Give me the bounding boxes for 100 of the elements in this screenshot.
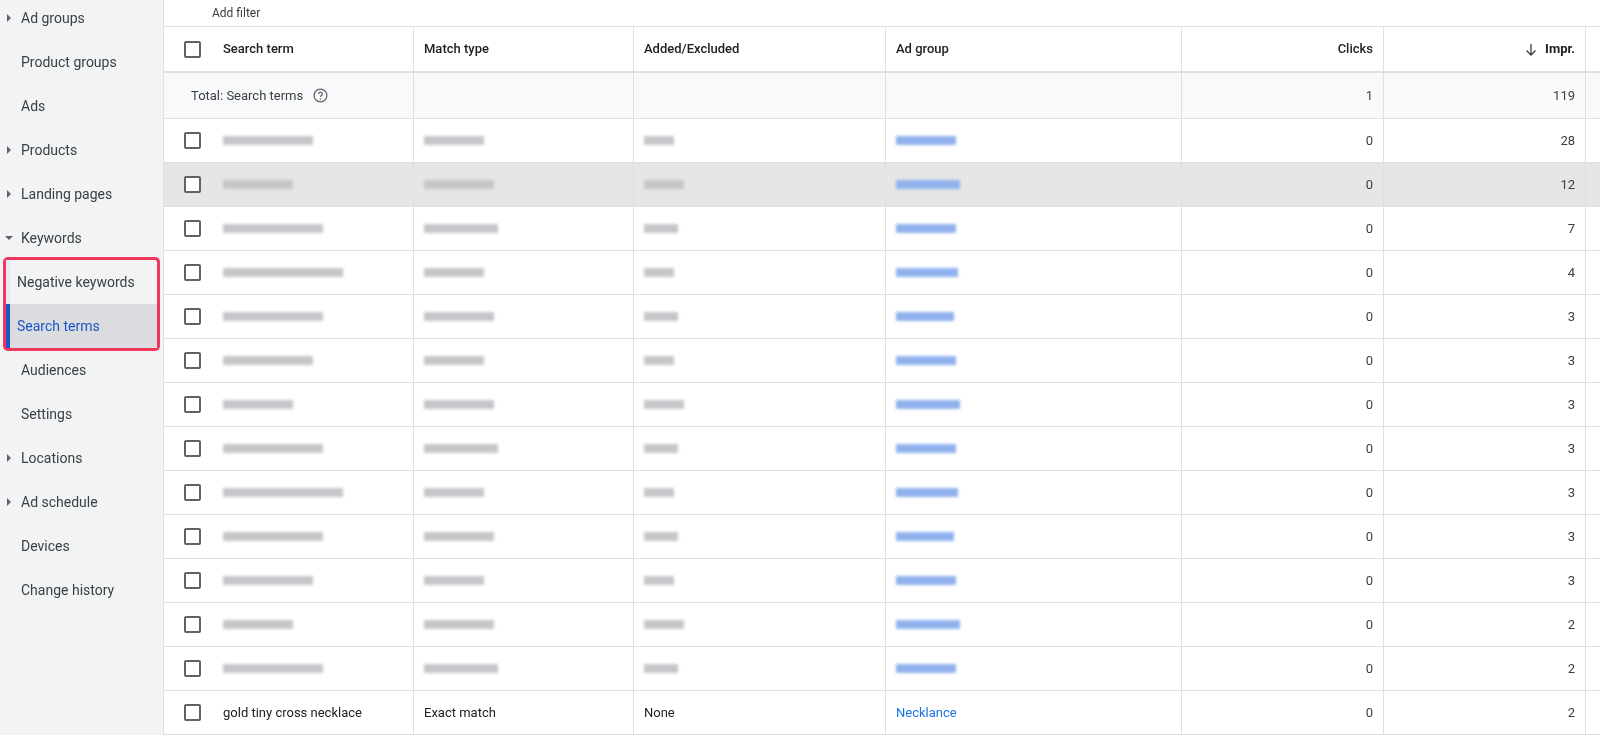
table-cell-text: 3 — [1567, 483, 1575, 502]
table-cell-text: 2 — [1567, 615, 1575, 634]
checkbox[interactable] — [184, 616, 201, 633]
blurred-text — [424, 620, 494, 629]
table-cell-text: 0 — [1365, 175, 1373, 194]
table-cell-text: 3 — [1567, 527, 1575, 546]
caret-right-icon[interactable] — [6, 146, 12, 154]
table-cell-text: None — [644, 703, 675, 722]
blurred-text — [424, 400, 494, 409]
nav-item[interactable]: Products — [0, 128, 163, 172]
checkbox[interactable] — [184, 176, 201, 193]
caret-down-icon[interactable] — [5, 235, 13, 241]
help-icon[interactable] — [313, 88, 329, 103]
checkbox[interactable] — [184, 528, 201, 545]
blurred-text — [896, 356, 956, 365]
blurred-text — [896, 620, 960, 629]
arrow-down-icon — [1525, 42, 1538, 56]
blurred-text — [644, 312, 678, 321]
table-cell-text: 0 — [1365, 483, 1373, 502]
table-cell-text: 7 — [1567, 219, 1575, 238]
blurred-text — [644, 488, 674, 497]
checkbox[interactable] — [184, 484, 201, 501]
nav-item[interactable]: Landing pages — [0, 172, 163, 216]
table-cell-text: 0 — [1365, 703, 1373, 722]
table-row[interactable]: 0 7 — [163, 207, 1600, 251]
blurred-text — [223, 400, 293, 409]
checkbox[interactable] — [184, 352, 201, 369]
column-header[interactable]: Impr. — [1384, 27, 1586, 71]
nav-item[interactable]: Devices — [0, 524, 163, 568]
nav-item[interactable]: Ads — [0, 84, 163, 128]
table-row[interactable]: 0 2 — [163, 647, 1600, 691]
table-row[interactable]: 0 3 — [163, 515, 1600, 559]
checkbox[interactable] — [184, 132, 201, 149]
table-cell-text: 3 — [1567, 395, 1575, 414]
table-row[interactable]: 0 3 — [163, 471, 1600, 515]
total-label: Total: Search terms — [191, 86, 304, 105]
table-cell-text: 3 — [1567, 307, 1575, 326]
column-header[interactable]: Match type — [414, 27, 634, 71]
table-cell-text: 0 — [1365, 439, 1373, 458]
checkbox[interactable] — [184, 308, 201, 325]
blurred-text — [896, 180, 960, 189]
table-row[interactable]: gold tiny cross necklace Exact match None Necklance 0 2 — [163, 691, 1600, 735]
nav-item[interactable]: Keywords — [0, 216, 163, 260]
blurred-text — [644, 136, 674, 145]
column-header[interactable]: Added/Excluded — [634, 27, 886, 71]
nav-item[interactable]: Ad schedule — [0, 480, 163, 524]
column-header[interactable]: Clicks — [1182, 27, 1384, 71]
table-cell-text: 12 — [1560, 175, 1575, 194]
ad-group-link[interactable]: Necklance — [896, 702, 957, 723]
caret-right-icon[interactable] — [6, 498, 12, 506]
blurred-text — [644, 356, 674, 365]
table-cell-text: 0 — [1365, 659, 1373, 678]
blurred-text — [424, 312, 494, 321]
table-cell-text: 0 — [1365, 571, 1373, 590]
table-cell-text: 2 — [1567, 703, 1575, 722]
table-row[interactable]: 0 2 — [163, 603, 1600, 647]
table-row[interactable]: 0 4 — [163, 251, 1600, 295]
table-cell-text: 0 — [1365, 263, 1373, 282]
checkbox[interactable] — [184, 264, 201, 281]
blurred-text — [644, 576, 674, 585]
blurred-text — [896, 400, 960, 409]
checkbox[interactable] — [184, 220, 201, 237]
blurred-text — [896, 312, 954, 321]
checkbox[interactable] — [184, 704, 201, 721]
checkbox[interactable] — [184, 660, 201, 677]
table-cell-text: 0 — [1365, 307, 1373, 326]
column-header[interactable]: Search term — [164, 27, 414, 71]
blurred-text — [223, 620, 293, 629]
blurred-text — [644, 664, 678, 673]
table-cell-text: 28 — [1560, 131, 1575, 150]
column-header[interactable]: Ad group — [886, 27, 1182, 71]
checkbox[interactable] — [184, 40, 201, 58]
table-row[interactable]: 0 3 — [163, 383, 1600, 427]
caret-right-icon[interactable] — [6, 454, 12, 462]
nav-item[interactable]: Product groups — [0, 40, 163, 84]
table-cell-text: 3 — [1567, 439, 1575, 458]
checkbox[interactable] — [184, 396, 201, 413]
blurred-text — [896, 224, 956, 233]
nav-item[interactable]: Audiences — [0, 348, 163, 392]
table-row[interactable]: 0 28 — [163, 119, 1600, 163]
nav-item[interactable]: Search terms — [6, 304, 157, 348]
blurred-text — [896, 488, 958, 497]
table-cell-text: 0 — [1365, 395, 1373, 414]
nav-item[interactable]: Settings — [0, 392, 163, 436]
caret-right-icon[interactable] — [6, 190, 12, 198]
table-cell-text: 119 — [1553, 86, 1575, 105]
table-row[interactable]: 0 3 — [163, 339, 1600, 383]
table-row[interactable]: 0 3 — [163, 427, 1600, 471]
nav-item[interactable]: Ad groups — [0, 0, 163, 40]
checkbox[interactable] — [184, 440, 201, 457]
add-filter-link[interactable]: Add filter — [212, 4, 261, 22]
table-row[interactable]: 0 3 — [163, 559, 1600, 603]
table-row[interactable]: 0 3 — [163, 295, 1600, 339]
table-row[interactable]: 0 12 — [163, 163, 1600, 207]
nav-item[interactable]: Change history — [0, 568, 163, 612]
blurred-text — [644, 180, 684, 189]
checkbox[interactable] — [184, 572, 201, 589]
blurred-text — [424, 532, 494, 541]
nav-item[interactable]: Locations — [0, 436, 163, 480]
caret-right-icon[interactable] — [6, 14, 12, 22]
